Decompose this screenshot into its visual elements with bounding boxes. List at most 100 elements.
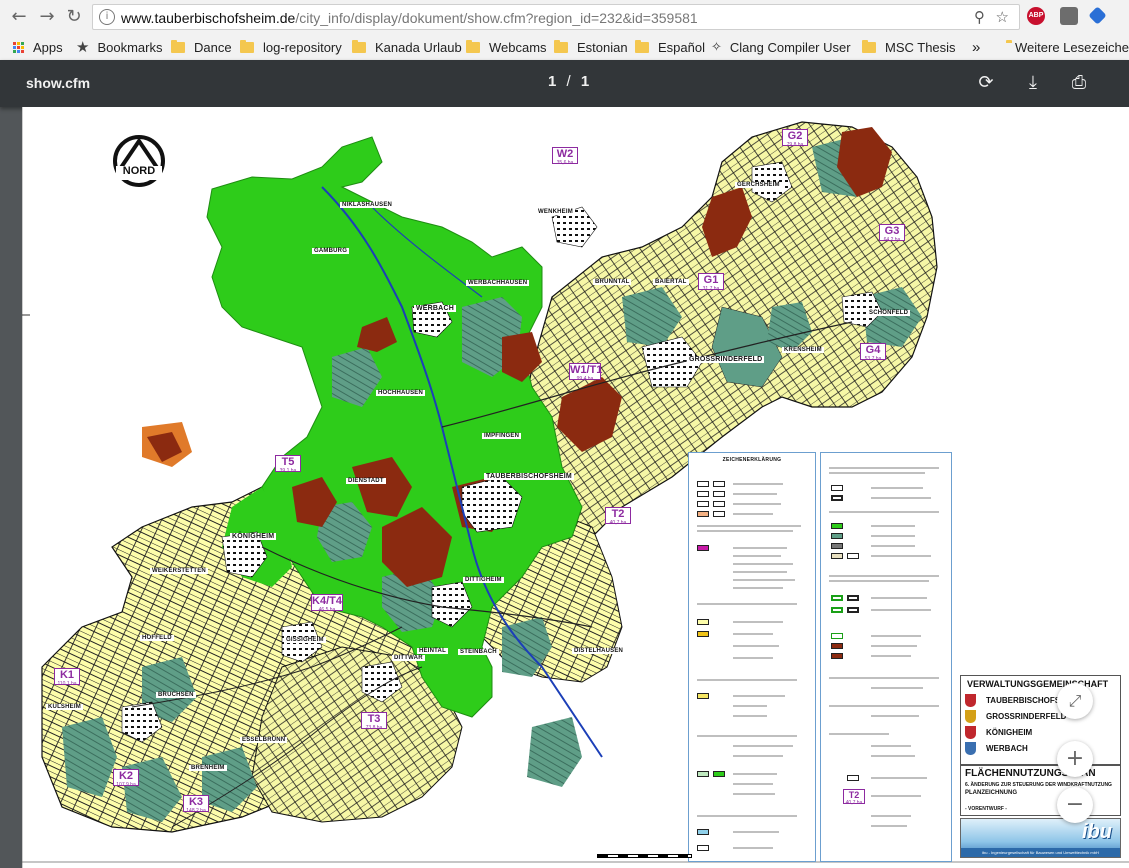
reload-icon[interactable]: ↻ <box>63 6 85 28</box>
legend-text-line <box>871 545 915 547</box>
legend-text-line <box>733 513 773 515</box>
legend-text-line <box>733 755 783 757</box>
legend-text-line <box>733 579 795 581</box>
legend-text-line <box>829 580 929 582</box>
legend-text-line <box>733 773 777 775</box>
bookmarks-overflow-button[interactable]: » <box>972 37 980 57</box>
back-icon[interactable]: ← <box>8 6 30 28</box>
bookmark-espanol[interactable]: Español <box>635 37 705 57</box>
bookmark-webcams[interactable]: Webcams <box>466 37 547 57</box>
bookmark-kanada-urlaub[interactable]: Kanada Urlaub <box>352 37 462 57</box>
legend-text-line <box>733 657 773 659</box>
bookmark-label: Español <box>658 39 705 55</box>
legend-swatch <box>697 845 709 851</box>
legend-swatch <box>831 523 843 529</box>
folder-icon <box>171 39 185 53</box>
bookmark-other[interactable]: Weitere Lesezeichen <box>1006 37 1129 57</box>
member-row: GROSSRINDERFELD <box>965 710 1066 723</box>
legend-text-line <box>733 783 773 785</box>
bookmark-label: Kanada Urlaub <box>375 39 462 55</box>
legend-zone-sample: T2 40,7 ha <box>843 789 865 806</box>
legend-text-line <box>871 715 919 717</box>
scale-bar <box>597 854 692 858</box>
legend-text-line <box>733 555 781 557</box>
place-label: KRENSHEIM <box>782 347 824 353</box>
legend-swatch <box>831 595 843 601</box>
page-current[interactable]: 1 <box>548 73 556 90</box>
pdf-toolbar: show.cfm 1 / 1 ⟳ ⤓ ⎙ <box>0 60 1129 107</box>
legend-swatch <box>713 501 725 507</box>
legend-text-line <box>871 825 907 827</box>
bookmark-label: Dance <box>194 39 232 55</box>
download-icon[interactable]: ⤓ <box>1022 72 1044 94</box>
place-label: GISSIGHEIM <box>284 637 326 643</box>
legend-swatch <box>847 607 859 613</box>
legend-panel-left: ZEICHENERKLÄRUNG <box>688 452 816 862</box>
legend-swatch <box>847 595 859 601</box>
legend-text-line <box>733 847 773 849</box>
adblock-extension-icon[interactable]: ABP <box>1027 7 1045 25</box>
zoom-out-button[interactable]: − <box>1057 787 1093 823</box>
north-label: NORD <box>122 165 156 177</box>
browser-chrome: ← → ↻ i www.tauberbischofsheim.de/city_i… <box>0 0 1129 60</box>
legend-swatch <box>697 501 709 507</box>
legend-swatch <box>713 491 725 497</box>
place-label: DISTELHAUSEN <box>572 648 626 654</box>
url-text[interactable]: www.tauberbischofsheim.de/city_info/disp… <box>121 10 698 26</box>
legend-text-line <box>829 511 939 513</box>
member-name: GROSSRINDERFELD <box>986 712 1067 721</box>
legend-text-line <box>829 467 939 469</box>
extension-diamond-icon[interactable] <box>1088 6 1107 25</box>
legend-text-line <box>871 597 927 599</box>
bookmark-dance[interactable]: Dance <box>171 37 232 57</box>
title-block: VERWALTUNGSGEMEINSCHAFT TAUBERBISCHOFSHE… <box>960 675 1121 765</box>
place-label: GROSSRINDERFELD <box>687 356 765 363</box>
dragon-icon: ✧ <box>711 39 722 54</box>
info-icon[interactable]: i <box>99 9 115 25</box>
legend-text-line <box>871 487 923 489</box>
plan-draft: - VORENTWURF - <box>965 806 1007 812</box>
bookmark-label: Bookmarks <box>97 39 163 55</box>
zoom-in-button[interactable]: + <box>1057 741 1093 777</box>
legend-text-line <box>871 745 911 747</box>
place-label: KÖNIGHEIM <box>230 533 277 540</box>
bookmark-msc-thesis[interactable]: MSC Thesis <box>862 37 956 57</box>
member-row: WERBACH <box>965 742 1028 755</box>
place-label: HOCHHAUSEN <box>376 390 426 396</box>
print-icon[interactable]: ⎙ <box>1068 72 1090 94</box>
legend-text-line <box>733 695 785 697</box>
place-label: BRENHEIM <box>189 765 227 771</box>
legend-text-line <box>871 535 915 537</box>
bookmark-estonian[interactable]: Estonian <box>554 37 628 57</box>
extension-icon[interactable] <box>1060 7 1078 25</box>
bookmark-apps[interactable]: Apps <box>13 37 63 57</box>
bookmark-label: Webcams <box>489 39 547 55</box>
place-label: WENKHEIM <box>536 209 575 215</box>
pdf-title: show.cfm <box>26 75 91 91</box>
legend-swatch <box>697 693 709 699</box>
zoom-search-icon[interactable]: ⚲ <box>974 8 985 26</box>
bookmark-clang[interactable]: ✧ Clang Compiler User <box>711 37 851 57</box>
address-bar[interactable]: i www.tauberbischofsheim.de/city_info/di… <box>92 4 1020 30</box>
place-label: BRUCHSEN <box>156 692 196 698</box>
place-label: DITTWAR <box>392 655 425 661</box>
forward-icon[interactable]: → <box>36 6 58 28</box>
bookmark-label: log-repository <box>263 39 342 55</box>
crest-icon <box>965 726 976 739</box>
place-label: HEINTAL <box>417 648 448 654</box>
rotate-icon[interactable]: ⟳ <box>975 72 997 94</box>
place-label: DITTIGHEIM <box>463 577 504 583</box>
place-label: ESSELBRUNN <box>240 737 288 743</box>
bookmarks-bar: Apps ★ Bookmarks Dance log-repository Ka… <box>0 34 1129 60</box>
bookmark-star-icon[interactable]: ☆ <box>996 8 1009 26</box>
legend-text-line <box>697 530 793 532</box>
legend-swatch <box>831 633 843 639</box>
bookmark-bookmarks[interactable]: ★ Bookmarks <box>76 37 162 57</box>
legend-swatch <box>697 631 709 637</box>
folder-icon <box>635 39 649 53</box>
fit-to-page-button[interactable]: ⤢ <box>1057 683 1093 719</box>
legend-text-line <box>733 633 773 635</box>
legend-swatch <box>831 643 843 649</box>
legend-swatch <box>847 775 859 781</box>
bookmark-log-repository[interactable]: log-repository <box>240 37 342 57</box>
